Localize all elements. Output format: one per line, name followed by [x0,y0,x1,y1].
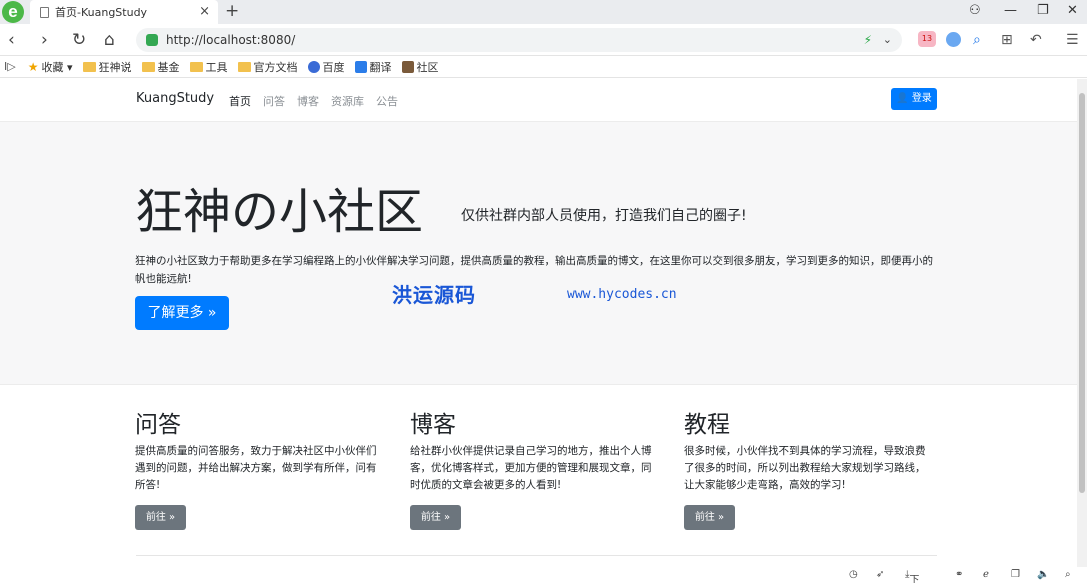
bookmark-folder-docs[interactable]: 官方文档 [237,59,298,75]
download-button[interactable]: ⤓ 下载 [905,569,919,583]
bookmark-community[interactable]: 社区 [401,59,439,75]
bookmark-baidu[interactable]: 百度 [307,59,345,75]
browser-tab[interactable]: 首页-KuangStudy × [30,0,218,24]
card-title: 博客 [410,412,456,438]
hero-title: 狂神の小社区 [135,184,424,240]
card-go-button[interactable]: 前往 » [135,505,186,530]
minimize-button[interactable]: — [1004,3,1017,18]
card-text: 提供高质量的问答服务，致力于解决社区中小伙伴们遇到的问题，并给出解决方案，做到学… [135,445,377,491]
folder-icon [141,61,155,72]
nav-home[interactable]: 首页 [229,93,251,109]
vertical-scrollbar[interactable] [1077,79,1087,567]
browser-logo-icon: e [2,1,24,23]
card-text: 很多时候，小伙伴找不到具体的学习流程，导致浪费了很多的时间，所以列出教程给大家规… [684,445,926,491]
divider [136,555,937,556]
menu-icon[interactable]: ☰ [1066,32,1079,48]
card-go-button[interactable]: 前往 » [684,505,735,530]
community-icon [401,60,414,73]
url-input[interactable]: http://localhost:8080/ ⚡ ⌄ [136,28,902,52]
browser-e-icon[interactable]: ℯ [983,569,989,580]
undo-icon[interactable]: ↶ [1030,32,1042,48]
feature-cards: 问答 提供高质量的问答服务，致力于解决社区中小伙伴们遇到的问题，并给出解决方案，… [0,385,1077,567]
extension-badge-icon[interactable]: 13 [918,31,936,47]
sidebar-toggle-icon[interactable]: I▷ [4,60,16,73]
hero-description: 狂神の小社区致力于帮助更多在学习编程路上的小伙伴解决学习问题，提供高质量的教程，… [135,255,933,285]
grid-icon[interactable]: ⊞ [1001,32,1013,48]
user-icon: 👤 [896,93,909,104]
hero-jumbotron: 狂神の小社区 仅供社群内部人员使用，打造我们自己的圈子! 狂神の小社区致力于帮助… [0,121,1077,385]
scroll-thumb[interactable] [1079,93,1085,493]
rocket-icon[interactable]: ➶ [876,569,884,580]
search-icon[interactable]: ⌕ [973,32,981,48]
bookmarks-bar: I▷ ★ 收藏 ▾ 狂神说 基金 工具 官方文档 百度 翻译 社区 [0,56,1087,78]
baidu-paw-icon [307,60,320,73]
folder-icon [237,61,251,72]
star-icon: ★ [27,59,39,74]
bookmark-folder-tools[interactable]: 工具 [189,59,228,75]
login-button[interactable]: 👤 登录 [891,88,937,110]
restore-button[interactable]: ❐ [1037,3,1049,18]
title-bar: e 首页-KuangStudy × + ⚇ — ❐ ✕ [0,0,1087,24]
card-title: 教程 [684,412,730,438]
status-bar: ◷ ➶ ⤓ 下载 ⚭ ℯ ❐ 🔈 ⌕ [0,567,1087,583]
translate-icon [354,60,367,73]
home-button[interactable]: ⌂ [104,30,115,50]
forward-button[interactable]: › [41,30,48,50]
page-icon [40,6,49,18]
skin-icon[interactable]: ⚇ [969,3,981,18]
url-text: http://localhost:8080/ [166,33,296,47]
window-icon[interactable]: ❐ [1011,569,1020,580]
folder-icon [82,61,96,72]
card-text: 给社群小伙伴提供记录自己学习的地方，推出个人博客，优化博客样式，更加方便的管理和… [410,445,652,491]
site-navbar: KuangStudy 首页 问答 博客 资源库 公告 👤 登录 [0,79,1077,121]
bookmark-folder-kuangshen[interactable]: 狂神说 [82,59,132,75]
bolt-icon[interactable]: ⚡ [864,28,872,52]
bookmark-folder-fund[interactable]: 基金 [141,59,180,75]
bookmark-favorites[interactable]: ★ 收藏 ▾ [28,59,73,75]
page-viewport: KuangStudy 首页 问答 博客 资源库 公告 👤 登录 狂神の小社区 仅… [0,79,1077,567]
card-go-button[interactable]: 前往 » [410,505,461,530]
nav-announcements[interactable]: 公告 [376,93,398,109]
hero-subtitle: 仅供社群内部人员使用，打造我们自己的圈子! [461,208,747,224]
card-qa: 问答 提供高质量的问答服务，致力于解决社区中小伙伴们遇到的问题，并给出解决方案，… [135,405,385,530]
watermark-url: www.hycodes.cn [567,287,677,302]
new-tab-button[interactable]: + [225,1,239,21]
bookmark-translate[interactable]: 翻译 [354,59,392,75]
clock-icon[interactable]: ◷ [849,569,858,580]
chevron-down-icon[interactable]: ⌄ [883,28,892,52]
nav-resources[interactable]: 资源库 [331,93,364,109]
people-icon[interactable]: ⚭ [955,569,963,580]
watermark-text: 洪运源码 [392,283,476,307]
site-menu: 首页 问答 博客 资源库 公告 [229,93,410,109]
extension-icon[interactable] [946,32,961,47]
close-window-button[interactable]: ✕ [1067,3,1078,18]
card-title: 问答 [135,412,181,438]
tab-title: 首页-KuangStudy [55,6,148,19]
card-blog: 博客 给社群小伙伴提供记录自己学习的地方，推出个人博客，优化博客样式，更加方便的… [410,405,660,530]
address-bar-row: ‹ › ↻ ⌂ http://localhost:8080/ ⚡ ⌄ 13 ⌕ … [0,24,1087,56]
tab-close-icon[interactable]: × [199,4,210,19]
zoom-icon[interactable]: ⌕ [1065,569,1071,580]
card-tutorial: 教程 很多时候，小伙伴找不到具体的学习流程，导致浪费了很多的时间，所以列出教程给… [684,405,934,530]
reload-button[interactable]: ↻ [72,30,86,50]
nav-qa[interactable]: 问答 [263,93,285,109]
back-button[interactable]: ‹ [8,30,15,50]
nav-blog[interactable]: 博客 [297,93,319,109]
folder-icon [189,61,203,72]
learn-more-button[interactable]: 了解更多 » [135,296,229,330]
secure-shield-icon [146,34,158,46]
site-brand[interactable]: KuangStudy [136,91,214,106]
speaker-icon[interactable]: 🔈 [1037,569,1049,580]
